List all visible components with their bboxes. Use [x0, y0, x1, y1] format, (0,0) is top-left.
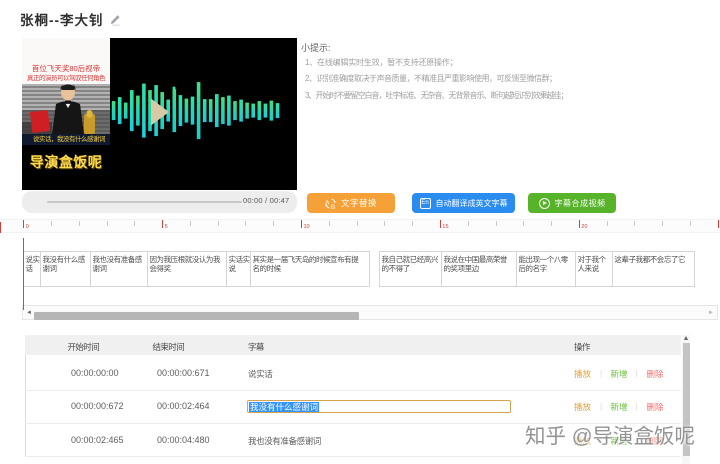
svg-text:B: B: [331, 204, 335, 209]
